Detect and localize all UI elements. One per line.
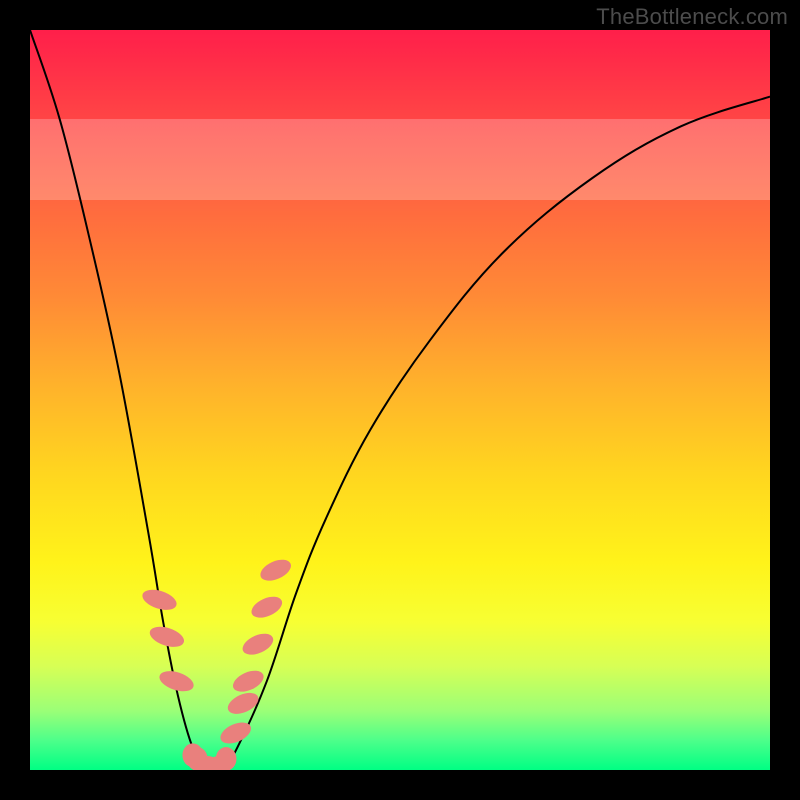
chart-frame: TheBottleneck.com xyxy=(0,0,800,800)
data-bead xyxy=(239,629,276,658)
curve-path xyxy=(30,30,770,770)
data-bead xyxy=(230,666,267,695)
watermark-label: TheBottleneck.com xyxy=(596,4,788,30)
bottleneck-curve xyxy=(30,30,770,770)
data-bead xyxy=(225,689,262,718)
data-bead xyxy=(140,586,179,614)
data-bead xyxy=(248,592,285,621)
data-bead xyxy=(257,555,294,584)
plot-area xyxy=(30,30,770,770)
data-beads-group xyxy=(140,555,294,770)
data-bead xyxy=(216,747,237,770)
